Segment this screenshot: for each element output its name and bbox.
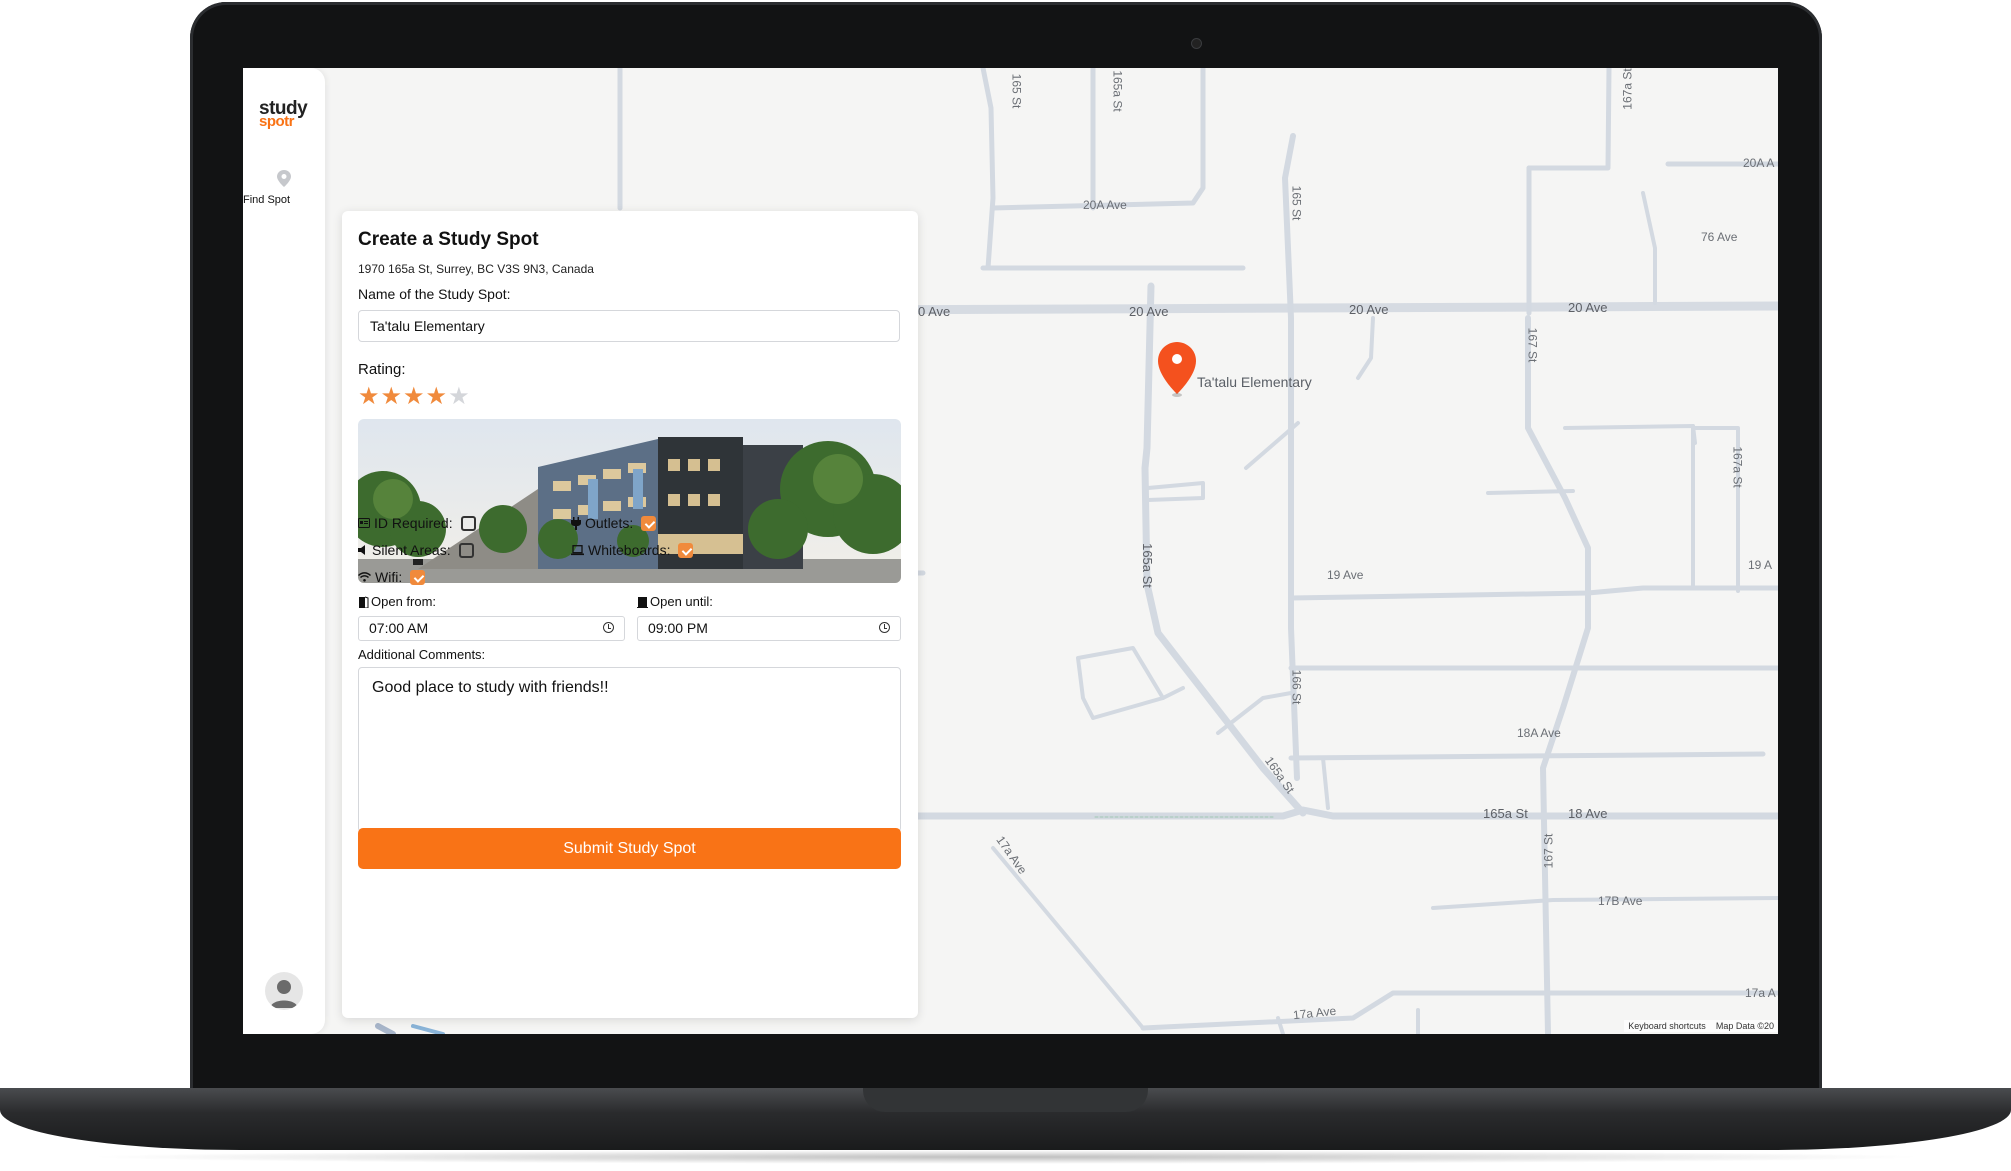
silent-areas-checkbox[interactable]	[458, 542, 474, 558]
comments-label: Additional Comments:	[358, 647, 486, 662]
star-icon[interactable]: ★	[403, 385, 425, 409]
street-label: 20A Ave	[1083, 198, 1127, 212]
open-until-label: Open until:	[650, 594, 713, 609]
street-label: 20 Ave	[1568, 300, 1608, 315]
camera-icon	[1191, 38, 1202, 49]
amenity-outlets[interactable]: Outlets:	[571, 515, 657, 531]
id-required-label: ID Required:	[374, 515, 453, 531]
star-icon[interactable]: ★	[426, 385, 448, 409]
open-from-value: 07:00 AM	[369, 620, 429, 636]
map-footer: Keyboard shortcuts Map Data ©20	[1624, 1020, 1778, 1032]
whiteboards-checkbox[interactable]	[678, 542, 694, 558]
rating-label: Rating:	[358, 361, 406, 378]
outlets-label: Outlets:	[585, 515, 634, 531]
street-label: 18A Ave	[1517, 726, 1561, 740]
name-label: Name of the Study Spot:	[358, 286, 511, 302]
street-label: 167a St	[1730, 446, 1745, 488]
street-label: 165a St	[1483, 806, 1528, 821]
amenity-wifi[interactable]: Wifi:	[358, 569, 426, 585]
street-label: 17a A	[1745, 986, 1776, 1000]
laptop-notch	[863, 1088, 1148, 1112]
door-open-icon	[359, 596, 369, 608]
plug-icon	[571, 516, 581, 530]
amenity-whiteboards[interactable]: Whiteboards:	[571, 542, 694, 558]
spot-name-input[interactable]: Ta'talu Elementary	[358, 310, 900, 342]
street-label: 19 Ave	[1327, 568, 1364, 582]
street-label: 165a St	[1139, 543, 1155, 588]
open-from-label: Open from:	[371, 594, 437, 609]
map-data-attribution[interactable]: Map Data ©20	[1716, 1021, 1774, 1031]
street-label: 76 Ave	[1701, 230, 1738, 244]
nav-find-label: Find Spot	[243, 194, 291, 206]
street-label: 17B Ave	[1598, 894, 1643, 908]
app-screen: 165 St 165a St 167a St 20A Ave 20A A 76 …	[243, 68, 1778, 1034]
street-label: 20A A	[1743, 156, 1775, 170]
id-required-checkbox[interactable]	[460, 515, 476, 531]
wifi-label: Wifi:	[375, 569, 403, 585]
street-label: 19 A	[1748, 558, 1773, 572]
open-from-input[interactable]: 07:00 AM	[358, 616, 625, 641]
star-empty-icon[interactable]: ★	[448, 385, 470, 409]
rating-stars[interactable]: ★★★★★	[358, 385, 471, 409]
panel-title: Create a Study Spot	[358, 229, 539, 250]
map-marker-icon	[1158, 342, 1196, 397]
clock-icon[interactable]	[879, 622, 890, 633]
street-label: 165a St	[1110, 70, 1125, 112]
amenity-silent-areas[interactable]: Silent Areas:	[358, 542, 474, 558]
street-label: 0 Ave	[918, 304, 951, 319]
clock-icon[interactable]	[603, 622, 614, 633]
nav-find-spot[interactable]: Find Spot	[243, 170, 325, 206]
laptop-shadow	[80, 1150, 1931, 1164]
location-pin-icon	[277, 170, 291, 187]
star-icon[interactable]: ★	[358, 385, 380, 409]
user-avatar-icon[interactable]	[265, 972, 303, 1010]
address-text: 1970 165a St, Surrey, BC V3S 9N3, Canada	[358, 262, 594, 276]
outlets-checkbox[interactable]	[641, 515, 657, 531]
amenity-id-required[interactable]: ID Required:	[358, 515, 476, 531]
street-label: 165 St	[1009, 73, 1024, 109]
create-spot-panel: Create a Study Spot 1970 165a St, Surrey…	[342, 211, 918, 1018]
street-label: 20 Ave	[1349, 302, 1389, 317]
star-icon[interactable]: ★	[381, 385, 403, 409]
open-until-value: 09:00 PM	[648, 620, 708, 636]
street-label: 167 St	[1541, 833, 1556, 869]
speaker-icon	[358, 545, 365, 555]
street-label: 166 St	[1289, 669, 1304, 705]
whiteboards-label: Whiteboards:	[588, 542, 671, 558]
spot-photo	[358, 419, 901, 583]
sidebar: study spotr Find Spot	[243, 68, 325, 1034]
id-card-icon	[358, 518, 370, 528]
app-logo[interactable]: study spotr	[259, 99, 308, 129]
marker-label[interactable]: Ta'talu Elementary	[1197, 374, 1312, 390]
street-label: 167a St	[1620, 68, 1635, 110]
wifi-icon	[358, 572, 371, 582]
street-label: 165 St	[1289, 185, 1304, 221]
street-label: 167 St	[1525, 327, 1540, 363]
wifi-checkbox[interactable]	[410, 569, 426, 585]
street-label: 18 Ave	[1568, 806, 1608, 821]
open-from-label-row: Open from:	[358, 594, 436, 609]
street-label: 20 Ave	[1129, 304, 1169, 319]
submit-button[interactable]: Submit Study Spot	[358, 828, 901, 869]
open-until-label-row: Open until:	[637, 594, 713, 609]
silent-areas-label: Silent Areas:	[372, 542, 451, 558]
door-closed-icon	[637, 596, 648, 608]
comments-textarea[interactable]: Good place to study with friends!!	[358, 667, 901, 832]
open-until-input[interactable]: 09:00 PM	[637, 616, 901, 641]
laptop-icon	[571, 544, 584, 555]
keyboard-shortcuts-link[interactable]: Keyboard shortcuts	[1628, 1021, 1706, 1031]
